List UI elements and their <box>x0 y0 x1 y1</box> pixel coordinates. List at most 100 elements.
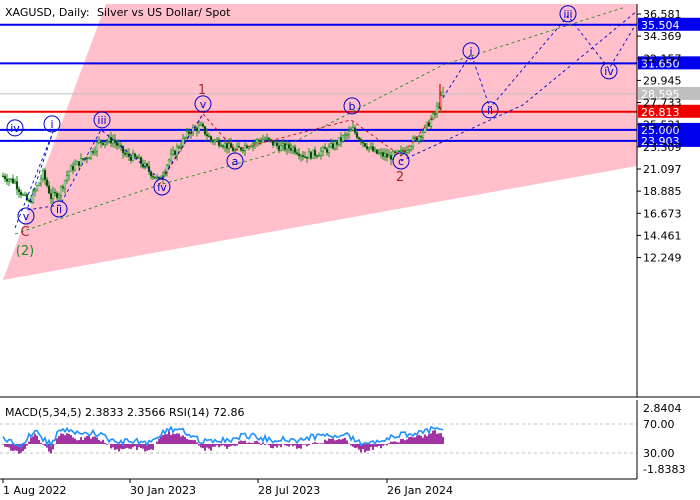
candle-body <box>407 149 411 151</box>
candle-body <box>259 140 263 143</box>
candle-body <box>303 156 307 158</box>
candle-body <box>317 155 321 157</box>
candle-body <box>271 139 275 146</box>
candle-body <box>237 146 241 148</box>
candle-body <box>249 146 253 148</box>
candle-body <box>369 146 373 148</box>
candle-body <box>77 160 81 167</box>
candle-body <box>33 189 37 193</box>
candle-body <box>47 185 51 194</box>
candle-body <box>263 138 267 141</box>
price-tick-label: 12.249 <box>643 252 682 265</box>
candle-body <box>279 145 283 152</box>
candle-body <box>221 145 225 148</box>
candle-body <box>137 156 141 160</box>
candle-body <box>409 146 413 150</box>
candle-body <box>325 148 329 153</box>
candle-body <box>253 142 257 144</box>
candle-body <box>203 126 207 135</box>
candle-body <box>1 175 5 178</box>
candle-body <box>209 136 213 141</box>
candle-body <box>231 147 235 152</box>
candle-body <box>435 106 439 115</box>
candle-body <box>343 134 347 137</box>
candle-body <box>125 153 129 155</box>
candle-body <box>417 135 421 141</box>
candle-body <box>285 143 289 150</box>
candle-body <box>297 153 301 157</box>
candle-body <box>215 139 219 142</box>
time-tick-label: 1 Aug 2022 <box>3 484 66 497</box>
candle-body <box>273 142 277 146</box>
candle-body <box>181 137 185 147</box>
wave-label: i <box>50 118 53 131</box>
candle-body <box>339 137 343 142</box>
candle-body <box>61 186 65 189</box>
candle-body <box>205 133 209 137</box>
candle-body <box>183 136 187 139</box>
candle-body <box>331 143 335 149</box>
candle-body <box>133 153 137 158</box>
candle-body <box>173 150 177 156</box>
candle-body <box>81 157 85 160</box>
candle-body <box>197 125 201 132</box>
price-tick-label: 27.733 <box>643 97 682 110</box>
candle-body <box>9 178 13 180</box>
candle-body <box>109 136 113 144</box>
candle-body <box>121 145 125 154</box>
wave-label: a <box>232 155 239 168</box>
candle-body <box>195 127 199 132</box>
candle-body <box>281 143 285 146</box>
candle-body <box>387 154 391 158</box>
candle-body <box>11 178 15 184</box>
wave-label: iv <box>10 122 20 135</box>
candle-body <box>67 170 71 177</box>
candle-body <box>275 142 279 147</box>
candle-body <box>375 149 379 154</box>
price-tick-label: 16.673 <box>643 207 682 220</box>
candle-body <box>53 191 57 194</box>
candle-body <box>207 135 211 138</box>
candle-body <box>91 151 95 154</box>
wave-degree-label: (2) <box>16 244 34 259</box>
candle-body <box>333 141 337 149</box>
candle-body <box>13 181 17 184</box>
candle-body <box>175 146 179 156</box>
wave-label: iv <box>157 181 167 194</box>
time-tick-label: 28 Jul 2023 <box>258 484 320 497</box>
candle-body <box>349 129 353 132</box>
candle-body <box>441 92 445 96</box>
candle-body <box>321 147 325 152</box>
candle-body <box>337 137 341 145</box>
candle-body <box>381 152 385 157</box>
candle-body <box>95 142 99 152</box>
candle-body <box>39 178 43 184</box>
candle-body <box>151 175 155 178</box>
candle-body <box>267 137 271 140</box>
candle-body <box>171 150 175 155</box>
candle-body <box>365 146 369 150</box>
candle-body <box>89 151 93 159</box>
candle-body <box>295 152 299 155</box>
wave-degree-label: 1 <box>198 83 206 98</box>
indicator-tick-label: 70.00 <box>643 418 675 431</box>
candle-body <box>265 137 269 140</box>
candle-body <box>377 152 381 155</box>
candle-body <box>357 137 361 140</box>
candle-body <box>227 142 231 149</box>
price-tick-label: 25.521 <box>643 119 682 132</box>
candle-body <box>105 140 109 143</box>
indicator-tick-label: 30.00 <box>643 447 675 460</box>
candle-body <box>123 152 127 155</box>
candle-body <box>93 150 97 154</box>
wave-degree-label: 2 <box>396 170 404 185</box>
candle-body <box>415 137 419 141</box>
candle-body <box>3 175 7 180</box>
candle-body <box>5 178 9 182</box>
time-tick-label: 30 Jan 2023 <box>130 484 196 497</box>
candle-body <box>329 143 333 148</box>
candle-body <box>141 163 145 168</box>
indicator-title: MACD(5,34,5) 2.3833 2.3566 RSI(14) 72.86 <box>5 406 244 419</box>
candle-body <box>219 145 223 147</box>
candle-body <box>363 142 367 147</box>
